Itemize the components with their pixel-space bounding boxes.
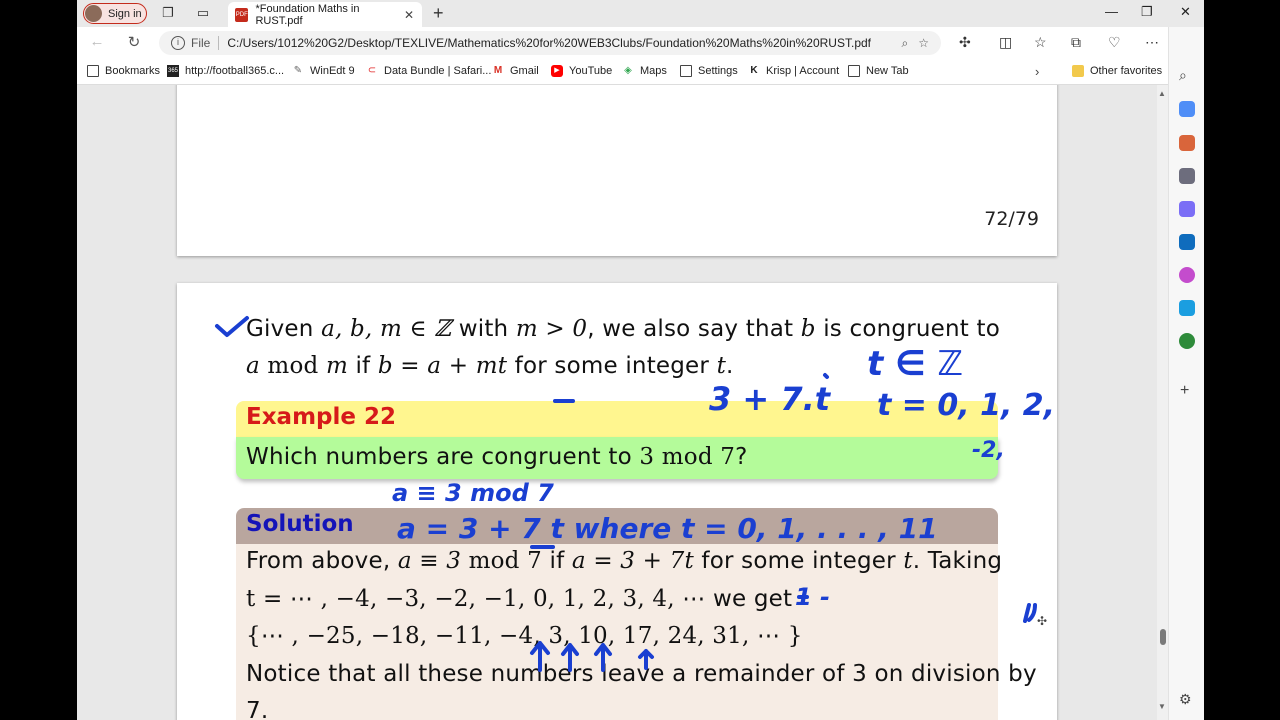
winedt-favicon: ✎ <box>293 65 303 76</box>
tab-strip: Sign in ❐ ▭ PDF *Foundation Maths in RUS… <box>77 0 1204 27</box>
search-icon[interactable]: ⌕ <box>1179 67 1187 84</box>
restore-icon[interactable]: ❐ <box>1141 4 1153 20</box>
bookmarks-bar: Bookmarks 365 http://football365.c... ✎ Wi… <box>77 58 1204 85</box>
solution-box: From above, a ≡ 3 mod 7 if a = 3 + 7t fo… <box>236 544 1037 720</box>
close-tab-icon[interactable]: ✕ <box>404 8 414 22</box>
address-bar[interactable]: i File C:/Users/1012%20G2/Desktop/TEXLIV… <box>159 31 941 55</box>
refresh-icon[interactable]: ↻ <box>125 33 143 51</box>
page-icon <box>680 65 692 77</box>
gmail-favicon: M <box>493 65 503 76</box>
example-text: Which numbers are congruent to 3 mod 7? <box>246 444 748 470</box>
pdf-viewer[interactable]: 72/79 Given a, b, m ∈ ℤ with m > 0, we a… <box>77 85 1168 720</box>
solution-line-5: 7. <box>246 698 269 720</box>
favorites-icon[interactable]: ☆ <box>1034 34 1047 51</box>
chevron-right-icon[interactable]: › <box>1035 64 1039 79</box>
shopping-icon[interactable] <box>1179 101 1195 117</box>
youtube-favicon: ▶ <box>551 65 563 77</box>
page-number: 72/79 <box>984 208 1039 230</box>
tab-active[interactable]: PDF *Foundation Maths in RUST.pdf ✕ <box>228 2 422 27</box>
telegram-icon[interactable] <box>1179 300 1195 316</box>
bookmark-item[interactable]: K Krisp | Account <box>748 65 839 77</box>
address-text[interactable]: C:/Users/1012%20G2/Desktop/TEXLIVE/Mathe… <box>227 36 871 50</box>
bookmark-item[interactable]: Settings <box>680 65 738 77</box>
more-menu-icon[interactable]: ⋯ <box>1145 34 1159 51</box>
avatar <box>85 5 102 22</box>
bookmark-item[interactable]: ✎ WinEdt 9 <box>292 65 355 77</box>
bookmark-item[interactable]: Bookmarks <box>87 65 160 77</box>
tab-actions-icon[interactable]: ▭ <box>195 5 211 21</box>
scroll-up-icon[interactable]: ▲ <box>1158 89 1166 98</box>
pdf-page: Given a, b, m ∈ ℤ with m > 0, we also sa… <box>177 283 1057 720</box>
solution-title: Solution <box>236 508 998 544</box>
games-icon[interactable] <box>1179 168 1195 184</box>
add-icon[interactable]: + <box>1180 382 1189 400</box>
krisp-favicon: K <box>750 65 758 76</box>
safaricom-favicon: ⊂ <box>367 65 377 76</box>
favorite-star-icon[interactable]: ☆ <box>918 36 929 50</box>
designer-icon[interactable] <box>1179 267 1195 283</box>
pdf-icon: PDF <box>235 7 249 22</box>
scrollbar-thumb[interactable] <box>1160 629 1166 645</box>
workspaces-icon[interactable]: ❐ <box>160 5 176 21</box>
navigation-bar: ← ↻ i File C:/Users/1012%20G2/Desktop/TE… <box>77 27 1204 58</box>
info-icon[interactable]: i <box>171 36 185 50</box>
browser-window: Sign in ❐ ▭ PDF *Foundation Maths in RUS… <box>77 0 1204 720</box>
browser-essentials-icon[interactable]: ♡ <box>1108 34 1121 51</box>
close-window-icon[interactable]: ✕ <box>1180 4 1191 20</box>
folder-icon <box>1072 65 1084 77</box>
profile-label: Sign in <box>108 7 142 20</box>
bookmark-item[interactable]: ⊂ Data Bundle | Safari... <box>366 65 492 77</box>
tools-icon[interactable] <box>1179 135 1195 151</box>
divider <box>218 36 220 50</box>
other-favorites[interactable]: Other favorites <box>1072 65 1162 77</box>
solution-line-4: Notice that all these numbers leave a re… <box>246 661 1037 687</box>
solution-line-2: t = ⋯ , −4, −3, −2, −1, 0, 1, 2, 3, 4, ⋯… <box>246 586 793 612</box>
file-label: File <box>191 36 211 50</box>
bookmark-item[interactable]: M Gmail <box>492 65 539 77</box>
intro-line-2: a mod m if b = a + mt for some integer t… <box>246 353 734 379</box>
bookmark-item[interactable]: 365 http://football365.c... <box>167 65 284 77</box>
microsoft365-icon[interactable] <box>1179 201 1195 217</box>
bookmark-item[interactable]: ◈ Maps <box>622 65 667 77</box>
example-box: Which numbers are congruent to 3 mod 7? <box>236 437 998 479</box>
collections-icon[interactable]: ⧉ <box>1071 34 1081 51</box>
tab-title: *Foundation Maths in RUST.pdf <box>255 2 360 27</box>
extensions-icon[interactable]: ✣ <box>959 34 971 51</box>
settings-gear-icon[interactable]: ⚙ <box>1179 691 1192 708</box>
solution-line-1: From above, a ≡ 3 mod 7 if a = 3 + 7t fo… <box>246 548 1003 574</box>
screen: Sign in ❐ ▭ PDF *Foundation Maths in RUS… <box>0 0 1280 720</box>
edge-sidebar: ⌕ + ⚙ <box>1168 27 1204 720</box>
scroll-down-icon[interactable]: ▼ <box>1158 702 1166 711</box>
back-icon[interactable]: ← <box>88 33 106 50</box>
football365-favicon: 365 <box>167 65 179 77</box>
page-icon <box>848 65 860 77</box>
bookmark-item[interactable]: ▶ YouTube <box>551 65 612 77</box>
bookmark-icon <box>87 65 99 77</box>
vertical-scrollbar[interactable]: ▲ ▼ <box>1157 85 1168 720</box>
pdf-page: 72/79 <box>177 85 1057 256</box>
bookmark-item[interactable]: New Tab <box>848 65 909 77</box>
new-tab-icon[interactable]: + <box>433 3 444 24</box>
maps-favicon: ◈ <box>624 65 632 76</box>
split-screen-icon[interactable]: ◫ <box>999 34 1012 51</box>
example-title: Example 22 <box>236 401 998 437</box>
outlook-icon[interactable] <box>1179 234 1195 250</box>
minimize-icon[interactable]: — <box>1105 4 1118 19</box>
zoom-icon[interactable]: ⌕ <box>902 36 909 51</box>
profile-button[interactable]: Sign in <box>83 3 147 24</box>
solution-line-3: {⋯ , −25, −18, −11, −4, 3, 10, 17, 24, 3… <box>246 623 803 649</box>
intro-line-1: Given a, b, m ∈ ℤ with m > 0, we also sa… <box>246 316 1000 342</box>
tree-icon[interactable] <box>1179 333 1195 349</box>
